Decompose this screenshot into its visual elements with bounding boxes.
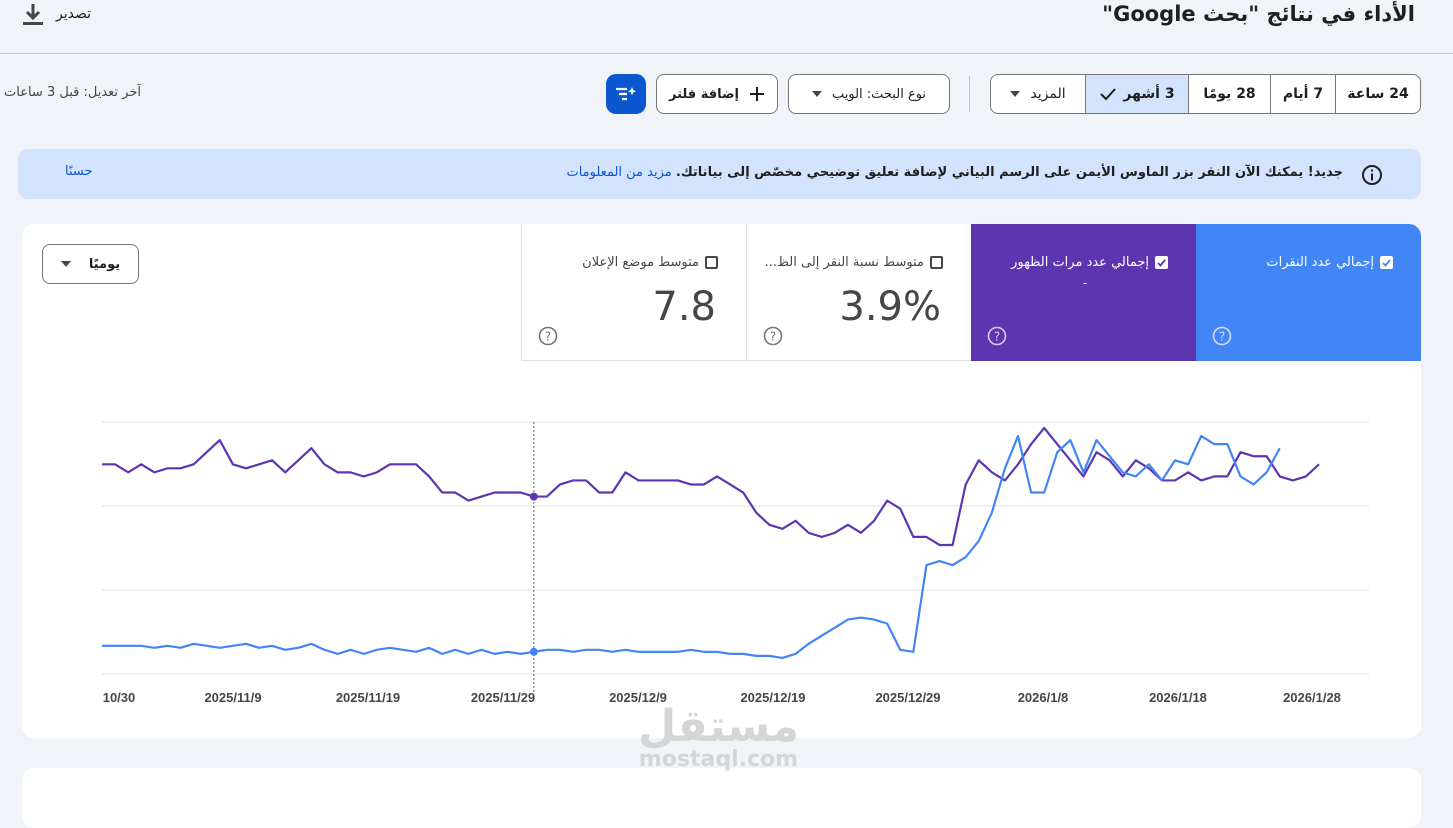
x-tick-label: 2025/11/19 — [336, 690, 400, 705]
svg-text:?: ? — [1219, 330, 1225, 344]
search-type-dropdown[interactable]: نوع البحث: الويب — [788, 74, 950, 114]
check-icon — [1382, 258, 1391, 267]
dropdown-arrow-icon — [1010, 91, 1021, 97]
granularity-dropdown[interactable]: يوميًا — [42, 244, 139, 284]
metric-tile-position[interactable]: متوسط موضع الإعلان 7.8 ? — [521, 224, 746, 361]
dropdown-arrow-icon — [811, 91, 822, 97]
checkbox-checked[interactable] — [1155, 256, 1168, 269]
metric-tile-impressions[interactable]: إجمالي عدد مرات الظهور - ? — [971, 224, 1196, 361]
checkbox-unchecked[interactable] — [705, 256, 718, 269]
series-line-impressions — [102, 426, 1320, 547]
info-icon — [1362, 165, 1382, 185]
banner-message: جديد! يمكنك الآن النقر بزر الماوس الأيمن… — [566, 165, 1343, 180]
range-24-hours[interactable]: 24 ساعة — [1335, 75, 1420, 113]
download-icon — [23, 4, 43, 25]
date-range-selector: 24 ساعة 7 أيام 28 يومًا 3 أشهر المزيد — [990, 74, 1421, 114]
info-banner: جديد! يمكنك الآن النقر بزر الماوس الأيمن… — [18, 149, 1421, 199]
metric-label-clicks: إجمالي عدد النقرات — [1266, 255, 1393, 270]
x-tick-label: 2025/11/9 — [204, 690, 261, 705]
metric-value-position: 7.8 — [652, 284, 716, 330]
dropdown-arrow-icon — [60, 261, 71, 267]
impressions-value: - — [1083, 276, 1088, 290]
page-title: الأداء في نتائج "بحث Google" — [1102, 2, 1415, 26]
performance-chart-card: يوميًا إجمالي عدد النقرات ? إجمالي عدد م… — [22, 224, 1421, 738]
top-bar: الأداء في نتائج "بحث Google" تصدير — [0, 0, 1453, 54]
learn-more-link[interactable]: مزيد من المعلومات — [566, 165, 671, 180]
svg-text:?: ? — [545, 330, 551, 344]
metric-label-ctr: متوسط نسبة النقر إلى الظ... — [765, 255, 943, 270]
toolbar-divider — [969, 76, 970, 112]
range-28-days[interactable]: 28 يومًا — [1188, 75, 1270, 113]
x-tick-label: 2026/1/8 — [1018, 690, 1069, 705]
more-dropdown[interactable]: المزيد — [991, 75, 1085, 113]
watermark: مستقل mostaql.com — [638, 701, 799, 772]
dismiss-banner-button[interactable]: حسنًا — [65, 164, 93, 179]
metric-label-impressions: إجمالي عدد مرات الظهور — [1011, 255, 1168, 270]
help-icon[interactable]: ? — [763, 326, 783, 346]
hover-point — [529, 492, 538, 501]
x-tick-label: 2026/1/28 — [1283, 690, 1341, 705]
x-tick-label: 10/30 — [103, 690, 136, 705]
svg-text:?: ? — [994, 330, 1000, 344]
check-icon — [1157, 258, 1166, 267]
series-line-clicks — [102, 434, 1281, 659]
checkbox-checked[interactable] — [1380, 256, 1393, 269]
svg-text:?: ? — [770, 330, 776, 344]
x-tick-label: 2025/12/29 — [875, 690, 940, 705]
range-3-months[interactable]: 3 أشهر — [1085, 75, 1188, 113]
x-tick-label: 2026/1/18 — [1149, 690, 1207, 705]
export-label: تصدير — [56, 6, 92, 22]
range-7-days[interactable]: 7 أيام — [1270, 75, 1335, 113]
add-filter-button[interactable]: إضافة فلتر — [656, 74, 778, 114]
help-icon[interactable]: ? — [538, 326, 558, 346]
metric-tile-clicks[interactable]: إجمالي عدد النقرات ? — [1196, 224, 1421, 361]
performance-line-chart[interactable]: 10/30 2025/11/9 2025/11/19 2025/11/29 2025/1… — [22, 394, 1421, 738]
last-modified-text: آخر تعديل: قبل 3 ساعات — [4, 85, 141, 100]
checkbox-unchecked[interactable] — [930, 256, 943, 269]
check-icon — [1100, 88, 1117, 101]
hover-point — [529, 647, 538, 656]
x-tick-label: 2025/11/29 — [471, 690, 535, 705]
filter-sparkle-icon — [616, 87, 637, 101]
export-button[interactable]: تصدير — [22, 2, 91, 26]
metric-label-position: متوسط موضع الإعلان — [582, 255, 718, 270]
help-icon[interactable]: ? — [1212, 326, 1232, 346]
metric-value-ctr: 3.9% — [839, 284, 941, 330]
filter-options-button[interactable] — [606, 74, 646, 114]
help-icon[interactable]: ? — [987, 326, 1007, 346]
metric-tile-ctr[interactable]: متوسط نسبة النقر إلى الظ... 3.9% ? — [746, 224, 971, 361]
plus-icon — [750, 87, 765, 101]
table-card — [22, 768, 1421, 828]
